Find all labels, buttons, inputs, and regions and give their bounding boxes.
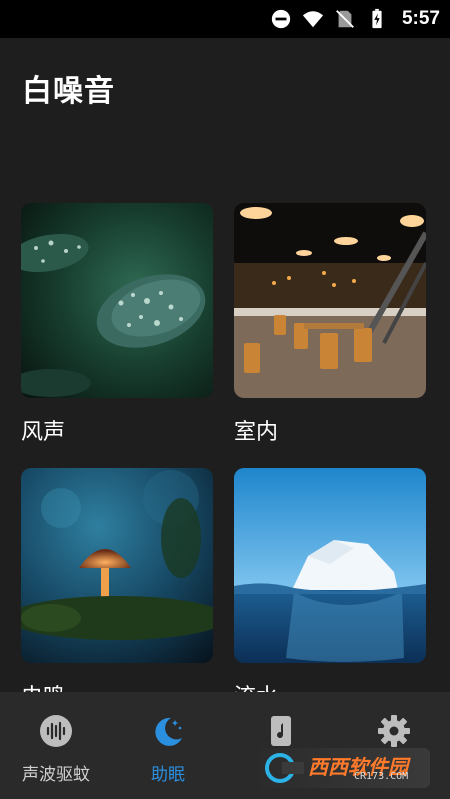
status-bar: 5:57 (0, 0, 450, 38)
leaf-water-drops-image (21, 203, 213, 398)
nav-item-sleep[interactable]: 助眠 (112, 692, 224, 799)
do-not-disturb-icon (271, 9, 291, 29)
phone-music-icon (271, 716, 291, 746)
sound-card-water[interactable]: 流水 (234, 468, 426, 692)
sound-card-label: 流水 (234, 679, 426, 692)
sound-wave-icon (40, 715, 72, 747)
sound-card-label: 虫鸣 (21, 679, 213, 692)
wifi-icon (302, 11, 324, 28)
nav-item-mosquito[interactable]: 声波驱蚊 (0, 692, 112, 799)
moon-stars-icon (155, 717, 182, 746)
status-time: 5:57 (401, 8, 440, 29)
gear-icon (378, 715, 410, 747)
no-sim-icon (336, 10, 354, 28)
sound-grid: 风声 室内 (0, 200, 450, 692)
nav-label: 声波驱蚊 (22, 765, 90, 785)
sound-card-label: 室内 (234, 420, 279, 445)
status-icons: 5:57 (270, 0, 440, 38)
sound-card-indoor[interactable]: 室内 (234, 203, 426, 446)
iceberg-sea-image (234, 468, 426, 663)
watermark-logo (265, 753, 304, 783)
battery-charging-icon (372, 8, 382, 29)
watermark-url: CR173.COM (354, 771, 409, 782)
sound-card-wind[interactable]: 风声 (21, 203, 213, 446)
nav-label: 助眠 (151, 765, 185, 785)
page-title: 白噪音 (22, 74, 115, 109)
sound-card-insects[interactable]: 虫鸣 (21, 468, 213, 692)
glowing-mushroom-image (21, 468, 213, 663)
restaurant-interior-image (234, 203, 426, 398)
sound-card-label: 风声 (21, 420, 66, 445)
watermark: 西西软件园 CR173.COM (258, 748, 430, 788)
